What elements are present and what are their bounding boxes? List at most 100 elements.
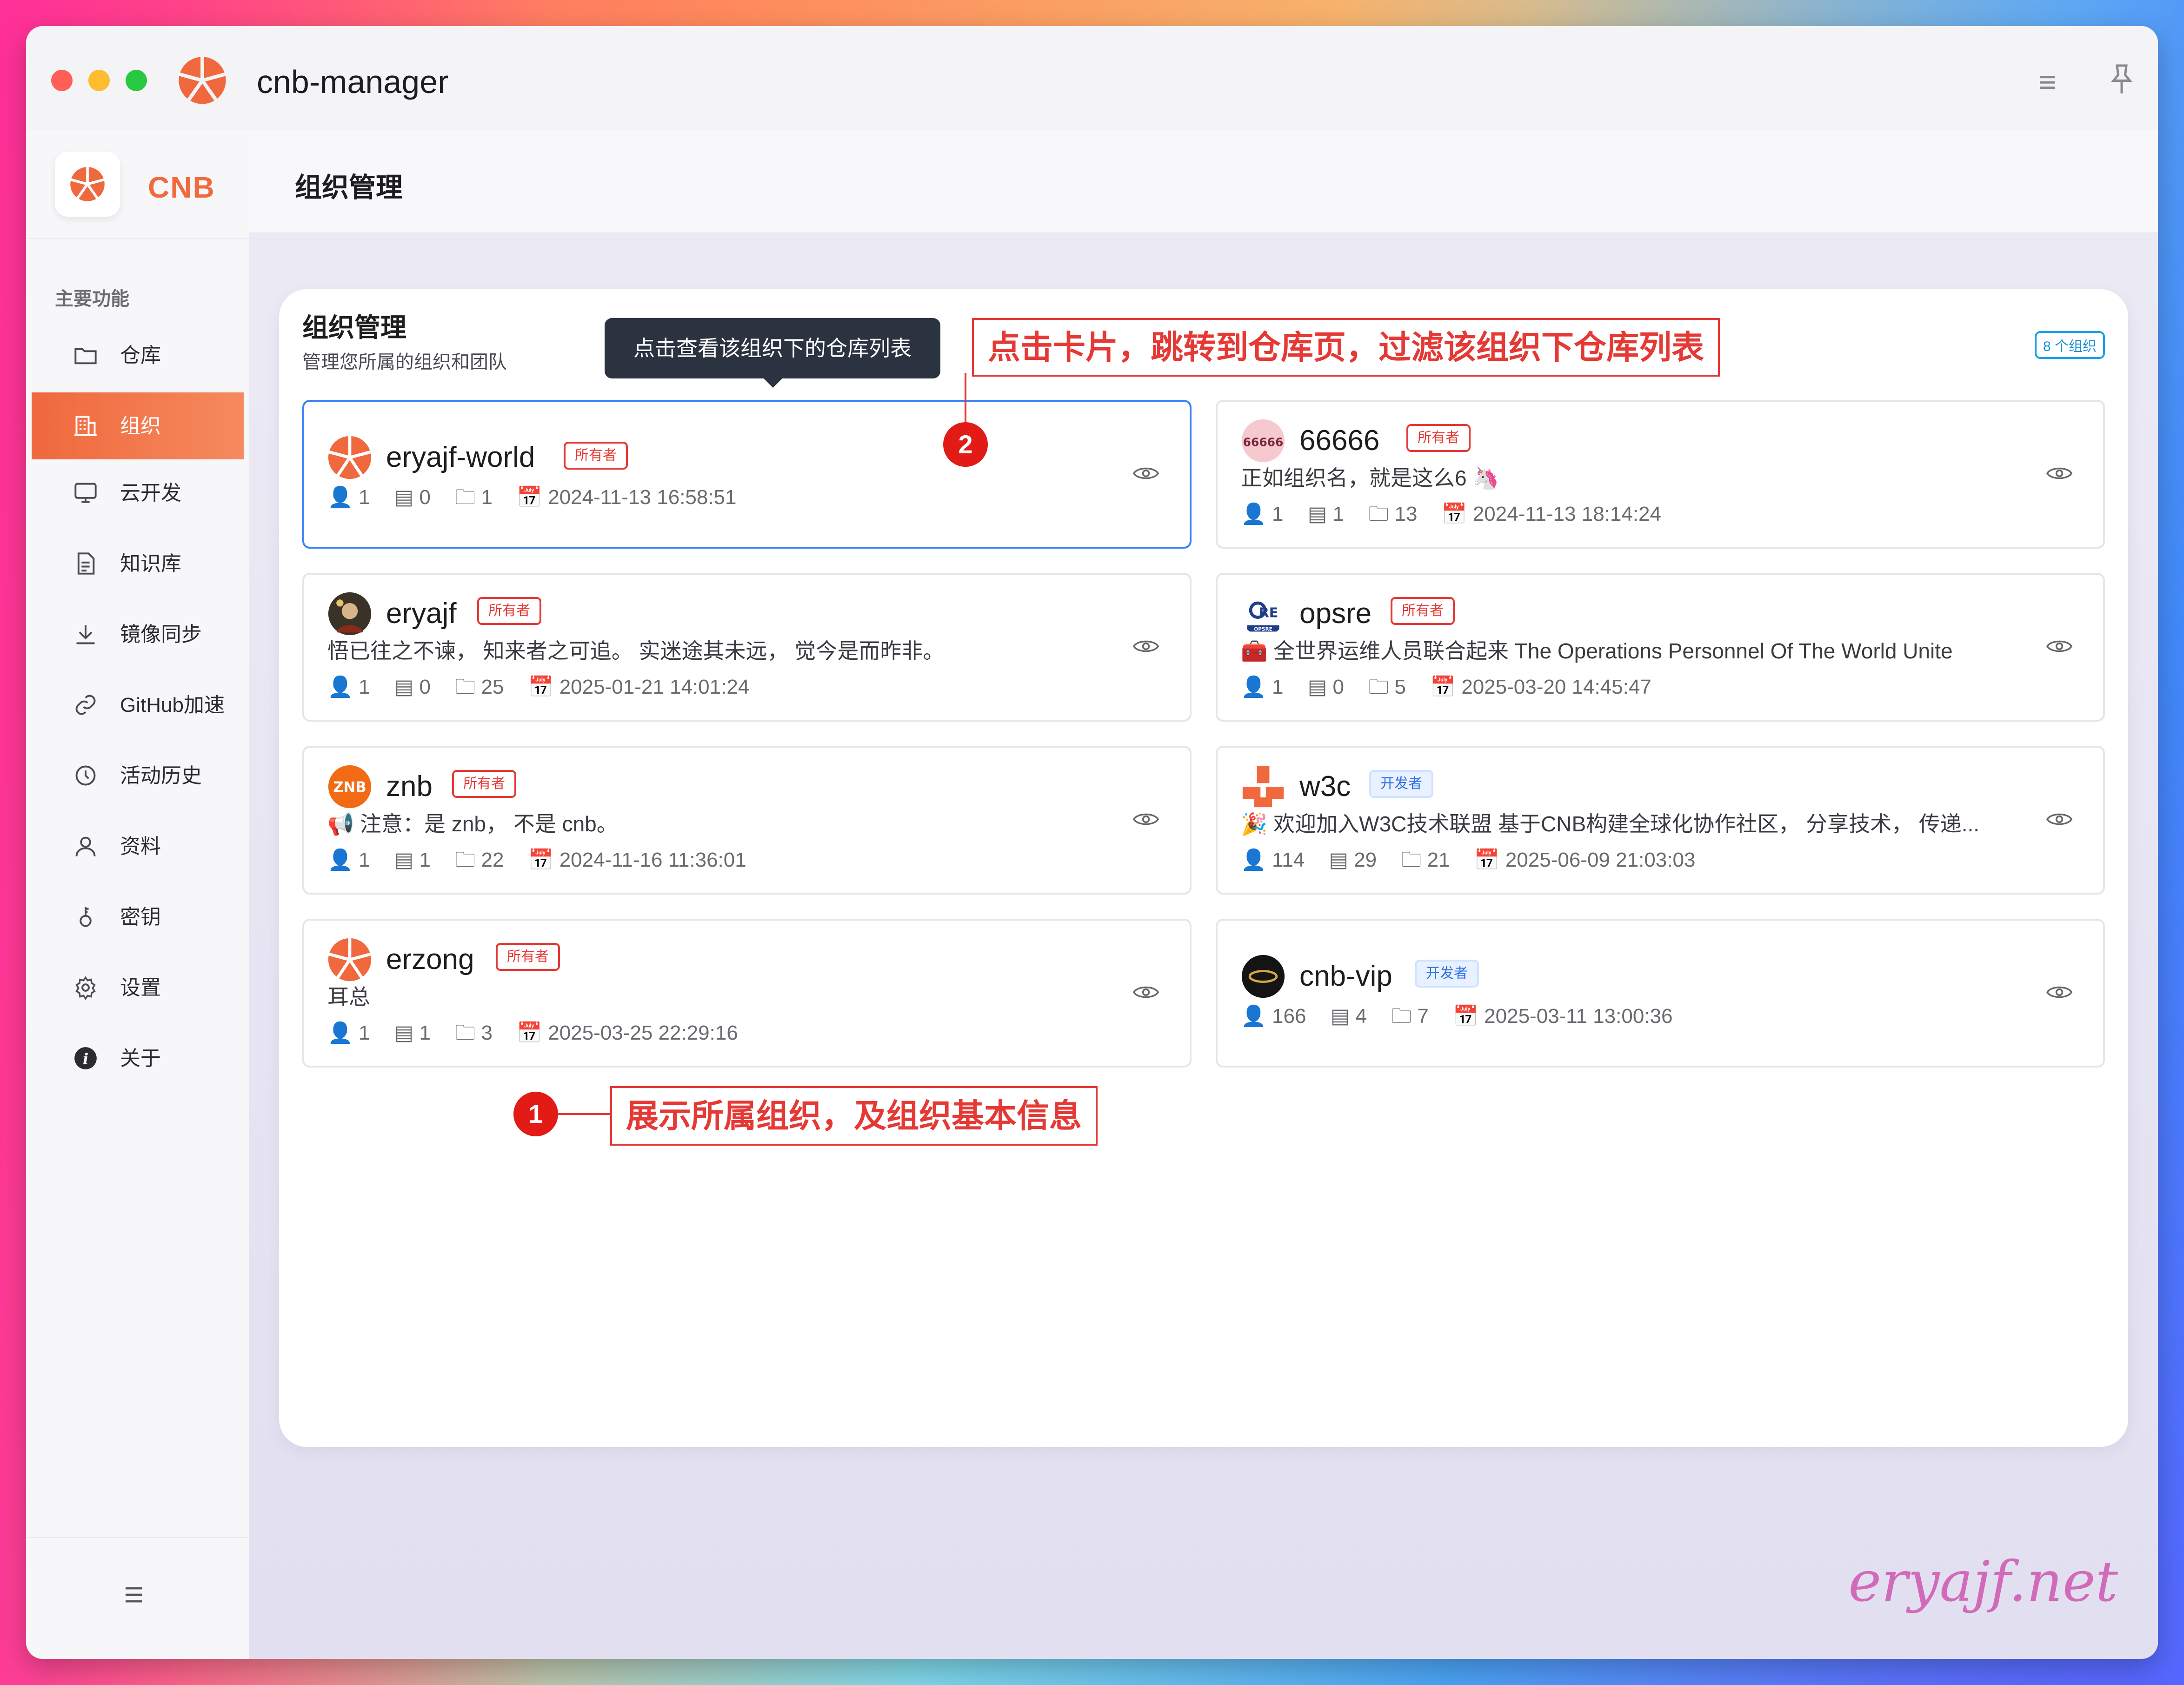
role-badge: 所有者 <box>477 597 541 625</box>
svg-text:ZNB: ZNB <box>333 779 366 796</box>
repo-count: 🗀 5 <box>1368 676 1406 698</box>
org-card-znb[interactable]: ZNB znb 所有者 📢 注意：是 znb， 不是 cnb。 👤 1 ▤ 1 … <box>302 746 1192 895</box>
eye-icon[interactable] <box>1133 811 1159 828</box>
brand-logo <box>55 152 120 217</box>
org-description: 🎉 欢迎加入W3C技术联盟 基于CNB构建全球化协作社区， 分享技术， 传递..… <box>1241 812 1980 836</box>
repo-count: 🗀 7 <box>1391 1005 1429 1028</box>
eye-icon[interactable] <box>1133 984 1159 1001</box>
org-meta: 👤 166 ▤ 4 🗀 7 📅 2025-03-11 13:00:36 <box>1241 1003 1691 1029</box>
role-badge: 所有者 <box>564 442 628 470</box>
org-name: eryajf <box>386 597 457 630</box>
folder-icon <box>73 343 98 367</box>
tooltip-arrow <box>763 378 783 388</box>
building-icon <box>73 414 98 438</box>
maximize-window-button[interactable] <box>126 70 147 91</box>
org-description: 悟已往之不谏， 知来者之可追。 实迷途其未远， 觉今是而昨非。 <box>327 639 945 663</box>
repo-count: 🗀 22 <box>455 849 504 871</box>
svg-text:RE: RE <box>1259 605 1278 621</box>
sidebar-item-knowledge[interactable]: 知识库 <box>32 530 244 597</box>
members-count: 👤 1 <box>1241 676 1284 698</box>
sidebar-item-label: 仓库 <box>120 344 161 367</box>
members-count: 👤 1 <box>327 1022 370 1044</box>
org-avatar: RE OPSRE <box>1241 592 1285 636</box>
watermark: eryajf.net <box>1848 1550 2118 1614</box>
org-description: 正如组织名，就是这么6 🦄 <box>1241 466 1499 490</box>
sub-org-count: ▤ 1 <box>394 849 431 871</box>
sub-org-count: ▤ 0 <box>394 676 431 698</box>
sub-org-count: ▤ 4 <box>1330 1005 1367 1028</box>
org-name: cnb-vip <box>1299 960 1392 992</box>
repo-count: 🗀 3 <box>455 1022 493 1044</box>
brand-name: CNB <box>148 171 215 204</box>
role-badge: 所有者 <box>1406 424 1471 452</box>
annotation-2-marker: 2 <box>943 422 988 467</box>
annotation-1-label: 展示所属组织，及组织基本信息 <box>610 1086 1098 1146</box>
org-avatar <box>328 435 372 479</box>
repo-count: 🗀 21 <box>1401 849 1450 871</box>
sidebar-item-cloud-dev[interactable]: 云开发 <box>32 459 244 526</box>
sidebar-item-activity[interactable]: 活动历史 <box>32 742 244 809</box>
monitor-icon <box>73 481 98 505</box>
eye-icon[interactable] <box>2046 984 2072 1001</box>
clock-icon <box>73 763 98 788</box>
sidebar-item-settings[interactable]: 设置 <box>32 954 244 1021</box>
sub-org-count: ▤ 1 <box>394 1022 431 1044</box>
eye-icon[interactable] <box>1133 465 1159 482</box>
eye-icon[interactable] <box>2046 465 2072 482</box>
created-date: 📅 2025-03-25 22:29:16 <box>517 1022 738 1044</box>
org-avatar <box>1241 955 1285 998</box>
sidebar-item-profile[interactable]: 资料 <box>32 813 244 880</box>
panel-subtitle: 管理您所属的组织和团队 <box>302 352 507 372</box>
menu-icon[interactable]: ≡ <box>2029 63 2066 100</box>
sidebar-item-about[interactable]: i 关于 <box>32 1025 244 1092</box>
created-date: 📅 2024-11-13 16:58:51 <box>517 486 737 509</box>
org-description: 📢 注意：是 znb， 不是 cnb。 <box>327 812 618 836</box>
key-icon <box>73 905 98 929</box>
sidebar-item-keys[interactable]: 密钥 <box>32 883 244 950</box>
org-meta: 👤 1 ▤ 1 🗀 3 📅 2025-03-25 22:29:16 <box>327 1020 757 1046</box>
created-date: 📅 2025-03-11 13:00:36 <box>1453 1005 1673 1028</box>
user-icon <box>73 834 98 858</box>
org-meta: 👤 1 ▤ 1 🗀 22 📅 2024-11-16 11:36:01 <box>327 847 765 873</box>
org-description: 🧰 全世界运维人员联合起来 The Operations Personnel O… <box>1241 639 1953 663</box>
sidebar-footer <box>26 1537 249 1659</box>
collapse-sidebar-icon[interactable] <box>124 1583 144 1610</box>
svg-text:OPSRE: OPSRE <box>1254 626 1272 632</box>
eye-icon[interactable] <box>1133 638 1159 655</box>
download-icon <box>73 622 98 646</box>
minimize-window-button[interactable] <box>88 70 110 91</box>
org-card-erzong[interactable]: erzong 所有者 耳总 👤 1 ▤ 1 🗀 3 📅 2025-03-25 2… <box>302 919 1192 1068</box>
card-tooltip: 点击查看该组织下的仓库列表 <box>605 318 940 378</box>
role-badge: 开发者 <box>1415 960 1479 988</box>
org-meta: 👤 1 ▤ 0 🗀 25 📅 2025-01-21 14:01:24 <box>327 674 768 700</box>
org-card-w3c[interactable]: w3c 开发者 🎉 欢迎加入W3C技术联盟 基于CNB构建全球化协作社区， 分享… <box>1216 746 2105 895</box>
sidebar-item-github-accel[interactable]: GitHub加速 <box>32 671 244 738</box>
sidebar-item-orgs[interactable]: 组织 <box>32 392 244 459</box>
svg-text:i: i <box>83 1050 88 1068</box>
org-name: 66666 <box>1299 425 1380 457</box>
close-window-button[interactable] <box>51 70 73 91</box>
org-card-eryajf-world[interactable]: eryajf-world 所有者 👤 1 ▤ 0 🗀 1 📅 2024-11-1… <box>302 400 1192 549</box>
panel-title: 组织管理 <box>302 313 406 342</box>
page-header: 组织管理 <box>249 130 2158 233</box>
sidebar-item-label: 关于 <box>120 1047 161 1070</box>
org-card-opsre[interactable]: RE OPSRE opsre 所有者 🧰 全世界运维人员联合起来 The Oper… <box>1216 573 2105 722</box>
org-avatar <box>328 592 372 636</box>
gear-icon <box>73 975 98 1000</box>
sub-org-count: ▤ 0 <box>1307 676 1345 698</box>
org-meta: 👤 114 ▤ 29 🗀 21 📅 2025-06-09 21:03:03 <box>1241 847 1714 873</box>
sidebar-item-mirror-sync[interactable]: 镜像同步 <box>32 601 244 668</box>
created-date: 📅 2024-11-16 11:36:01 <box>528 849 746 871</box>
org-description: 耳总 <box>327 985 370 1009</box>
eye-icon[interactable] <box>2046 811 2072 828</box>
org-card-eryajf[interactable]: eryajf 所有者 悟已往之不谏， 知来者之可追。 实迷途其未远， 觉今是而昨… <box>302 573 1192 722</box>
org-card-cnb-vip[interactable]: cnb-vip 开发者 👤 166 ▤ 4 🗀 7 📅 2025-03-11 1… <box>1216 919 2105 1068</box>
sidebar-item-label: 组织 <box>120 415 161 438</box>
org-card-66666[interactable]: 66666 66666 所有者 正如组织名，就是这么6 🦄 👤 1 ▤ 1 🗀 … <box>1216 400 2105 549</box>
role-badge: 所有者 <box>496 943 560 971</box>
sidebar-item-repos[interactable]: 仓库 <box>32 322 244 389</box>
info-icon: i <box>73 1046 98 1070</box>
eye-icon[interactable] <box>2046 638 2072 655</box>
pin-icon[interactable] <box>2103 63 2140 100</box>
sub-org-count: ▤ 0 <box>394 486 431 509</box>
